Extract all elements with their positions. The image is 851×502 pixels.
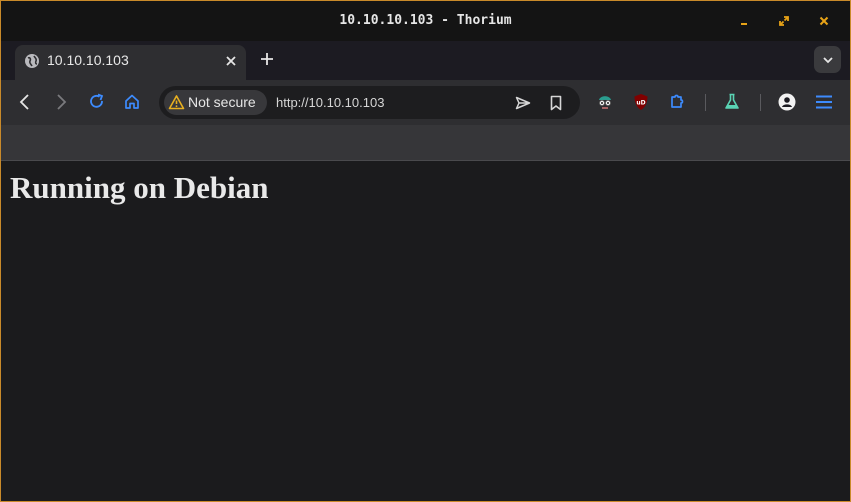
bookmarks-bar bbox=[1, 125, 850, 161]
extension-spy-icon[interactable] bbox=[595, 92, 615, 112]
url-text[interactable]: http://10.10.10.103 bbox=[276, 95, 384, 110]
page-heading: Running on Debian bbox=[10, 170, 269, 205]
toolbar-separator bbox=[705, 94, 706, 111]
address-bar[interactable]: Not secure http://10.10.10.103 bbox=[159, 86, 580, 119]
tab-search-button[interactable] bbox=[814, 46, 841, 73]
forward-icon[interactable] bbox=[51, 92, 71, 112]
toolbar: Not secure http://10.10.10.103 uD bbox=[1, 80, 850, 125]
toolbar-separator bbox=[760, 94, 761, 111]
flask-icon[interactable] bbox=[722, 92, 742, 112]
window-title: 10.10.10.103 - Thorium bbox=[339, 13, 512, 28]
maximize-button[interactable] bbox=[775, 12, 793, 30]
page-content: Running on Debian bbox=[1, 161, 850, 501]
new-tab-icon[interactable] bbox=[257, 49, 277, 69]
minimize-icon bbox=[741, 23, 747, 25]
security-chip[interactable]: Not secure bbox=[164, 90, 267, 115]
bookmark-icon[interactable] bbox=[547, 94, 565, 112]
close-window-button[interactable] bbox=[815, 12, 833, 30]
security-chip-label: Not secure bbox=[188, 94, 256, 110]
home-icon[interactable] bbox=[122, 92, 142, 112]
ublock-origin-icon[interactable]: uD bbox=[631, 92, 651, 112]
browser-window: 10.10.10.103 - Thorium 10.10.10.103 Not … bbox=[0, 0, 851, 502]
title-bar: 10.10.10.103 - Thorium bbox=[1, 1, 850, 41]
back-icon[interactable] bbox=[15, 92, 35, 112]
svg-text:uD: uD bbox=[636, 100, 645, 107]
maximize-icon bbox=[779, 16, 789, 26]
minimize-button[interactable] bbox=[735, 12, 753, 30]
tab-title: 10.10.10.103 bbox=[47, 52, 129, 68]
tab-active[interactable]: 10.10.10.103 bbox=[15, 45, 246, 80]
reload-icon[interactable] bbox=[87, 92, 107, 112]
chevron-down-icon bbox=[822, 56, 833, 63]
close-icon bbox=[819, 16, 829, 26]
profile-avatar-icon[interactable] bbox=[777, 92, 797, 112]
send-icon[interactable] bbox=[514, 94, 532, 112]
globe-icon bbox=[25, 54, 39, 68]
menu-icon[interactable] bbox=[814, 92, 834, 112]
extensions-puzzle-icon[interactable] bbox=[667, 92, 687, 112]
tab-close-icon[interactable] bbox=[223, 53, 239, 69]
warning-triangle-icon bbox=[168, 95, 185, 110]
